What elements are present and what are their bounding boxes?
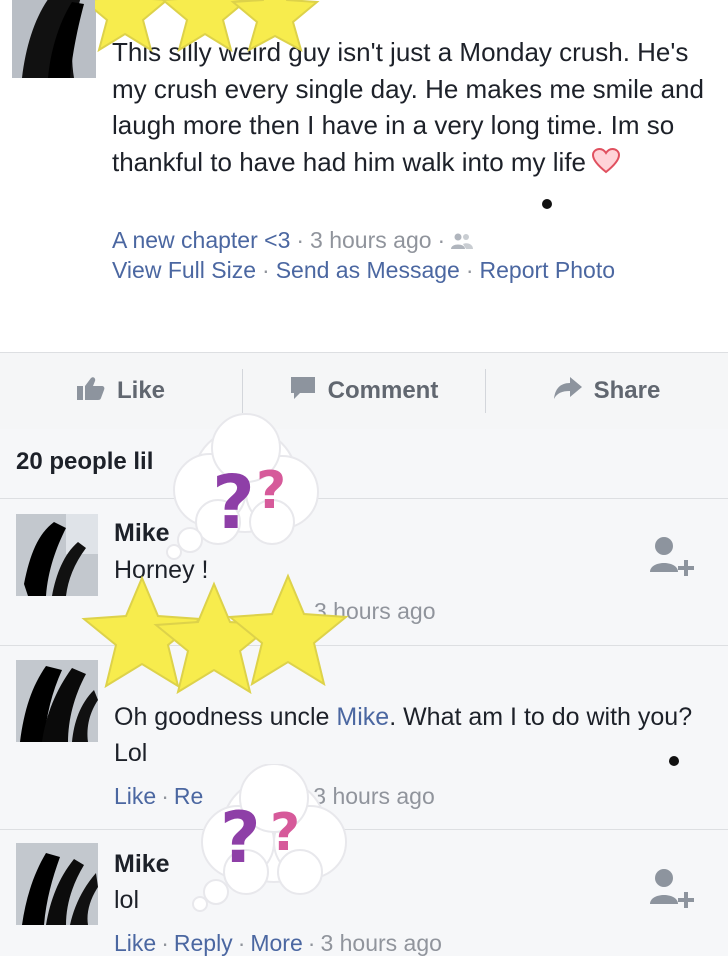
comment-label: Comment <box>327 377 439 404</box>
action-bar: Like Comment Share <box>0 352 728 430</box>
divider <box>0 829 728 830</box>
comment-text: lol <box>114 886 140 914</box>
comment-time: 3 hours ago <box>320 930 442 956</box>
like-button[interactable]: Like <box>0 369 242 413</box>
comment-like-link[interactable]: Like <box>114 930 156 956</box>
commenter-name[interactable]: Mike <box>114 850 170 879</box>
comment-text: Oh goodness uncle Mike. What am I to do … <box>114 699 704 771</box>
divider <box>0 645 728 646</box>
comment-time: 3 hours ago <box>314 598 436 624</box>
post: This silly weird guy isn't just a Monday… <box>0 0 728 352</box>
comment-reply-link[interactable]: Re <box>174 783 203 809</box>
thumbs-up-icon <box>76 376 105 407</box>
comment-text-part: Oh goodness uncle <box>114 703 337 731</box>
mention-link[interactable]: Mike <box>336 703 389 731</box>
heart-icon <box>592 147 621 184</box>
friends-privacy-icon <box>451 227 474 253</box>
separator: · <box>237 930 246 956</box>
comment-meta: 3 hours ago <box>114 598 435 625</box>
post-meta: A new chapter <3 · 3 hours ago · <box>112 227 474 254</box>
send-as-message-link[interactable]: Send as Message <box>276 257 460 283</box>
separator: · <box>307 930 316 956</box>
black-dot-mark <box>542 199 552 209</box>
poster-avatar[interactable] <box>12 0 96 78</box>
photo-links: View Full Size · Send as Message · Report Ph… <box>112 257 615 284</box>
share-arrow-icon <box>553 376 582 406</box>
view-full-size-link[interactable]: View Full Size <box>112 257 256 283</box>
comment-bubble-icon <box>290 376 316 407</box>
add-friend-icon[interactable] <box>646 534 698 586</box>
share-button[interactable]: Share <box>485 369 728 413</box>
add-friend-icon[interactable] <box>646 866 698 918</box>
comment-meta: Like · Re 3 hours ago <box>114 783 435 810</box>
divider <box>0 498 728 499</box>
commenter-avatar[interactable] <box>16 514 98 596</box>
separator: · <box>161 783 169 809</box>
comments-section <box>0 429 728 956</box>
separator: · <box>161 930 169 956</box>
comment-time: 3 hours ago <box>313 783 435 809</box>
comment-meta: Like · Reply · More · 3 hours ago <box>114 930 442 956</box>
separator: · <box>437 227 446 253</box>
like-label: Like <box>116 377 166 404</box>
separator: · <box>296 227 305 253</box>
post-time: 3 hours ago <box>310 227 432 253</box>
commenter-avatar[interactable] <box>16 843 98 925</box>
comment-like-link[interactable]: Like <box>114 783 156 809</box>
comment-reply-link[interactable]: Reply <box>174 930 233 956</box>
black-dot-mark <box>669 756 679 766</box>
report-photo-link[interactable]: Report Photo <box>480 257 616 283</box>
photo-post-page: This silly weird guy isn't just a Monday… <box>0 0 728 956</box>
separator: · <box>465 257 474 283</box>
commenter-avatar[interactable] <box>16 660 98 742</box>
comment-button[interactable]: Comment <box>242 369 485 413</box>
comment-text: Horney ! <box>114 556 209 584</box>
likes-summary[interactable]: 20 people lil <box>16 448 153 476</box>
separator: · <box>262 257 270 283</box>
commenter-name[interactable]: Mike <box>114 519 170 548</box>
comment-more-link[interactable]: More <box>250 930 302 956</box>
album-link[interactable]: A new chapter <3 <box>112 227 290 253</box>
share-label: Share <box>593 377 661 404</box>
post-caption: This silly weird guy isn't just a Monday… <box>112 34 712 183</box>
